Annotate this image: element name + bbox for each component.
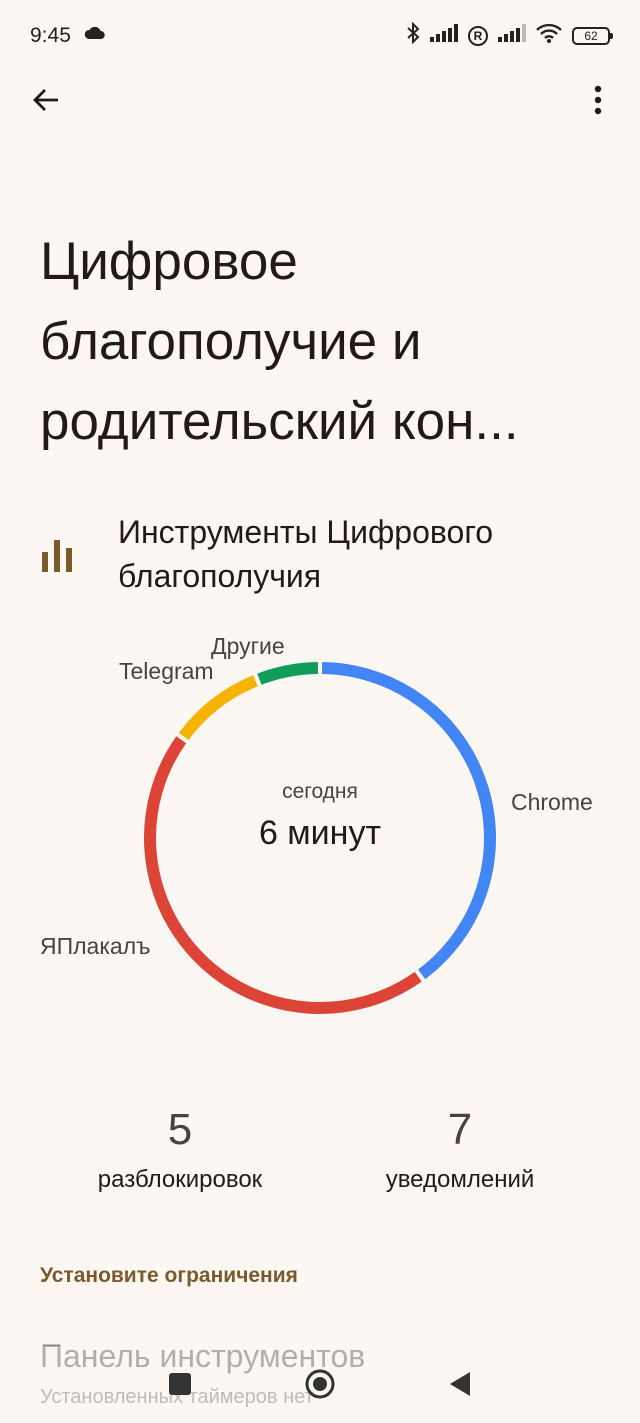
back-nav-button[interactable] bbox=[440, 1366, 480, 1402]
chart-center-total: 6 минут bbox=[258, 814, 382, 852]
more-options-button[interactable] bbox=[578, 80, 618, 120]
circle-icon bbox=[305, 1369, 335, 1399]
unlocks-label: разблокировок bbox=[97, 1166, 263, 1193]
donut-slice-3 bbox=[178, 675, 258, 741]
bluetooth-icon bbox=[406, 21, 420, 49]
square-icon bbox=[169, 1373, 191, 1395]
page-title: Цифровое благополучие и родительский кон… bbox=[40, 232, 519, 451]
signal-icon bbox=[430, 24, 458, 47]
battery-icon: 62 bbox=[572, 26, 613, 45]
notifications-label: уведомлений bbox=[385, 1166, 535, 1193]
back-button[interactable] bbox=[26, 80, 66, 120]
section-title: Инструменты Цифрового благополучия bbox=[118, 514, 494, 594]
notifications-stat[interactable]: 7 уведомлений bbox=[310, 1100, 610, 1194]
donut-slice-4 bbox=[257, 662, 319, 685]
usage-chart[interactable]: Chrome ЯПлакалъ Telegram Другие сегодня … bbox=[0, 600, 640, 1060]
roaming-icon: R bbox=[468, 25, 488, 46]
limits-header: Установите ограничения bbox=[40, 1264, 298, 1287]
system-nav-bar bbox=[0, 1346, 640, 1423]
more-vert-icon bbox=[594, 85, 602, 115]
status-icons: R 62 bbox=[406, 21, 613, 49]
unlocks-stat[interactable]: 5 разблокировок bbox=[30, 1100, 330, 1194]
arrow-left-icon bbox=[33, 89, 58, 111]
home-button[interactable] bbox=[300, 1366, 340, 1402]
cloud-icon bbox=[84, 26, 106, 45]
unlocks-value: 5 bbox=[167, 1105, 193, 1154]
notifications-value: 7 bbox=[447, 1105, 473, 1154]
bar-chart-icon bbox=[40, 534, 80, 574]
wifi-icon bbox=[536, 23, 562, 48]
signal-icon bbox=[498, 24, 526, 47]
recents-button[interactable] bbox=[160, 1366, 200, 1402]
status-time: 9:45 bbox=[30, 24, 71, 47]
triangle-left-icon bbox=[450, 1372, 470, 1396]
chart-label-chrome: Chrome bbox=[511, 789, 593, 815]
chart-label-telegram: Telegram bbox=[119, 658, 214, 684]
status-bar: 9:45 R 62 bbox=[0, 0, 640, 72]
chart-label-other: Другие bbox=[211, 633, 285, 659]
chart-label-yaplakal: ЯПлакалъ bbox=[40, 933, 151, 959]
chart-center-period: сегодня bbox=[282, 780, 358, 803]
wellbeing-tools-header[interactable]: Инструменты Цифрового благополучия bbox=[40, 510, 620, 598]
